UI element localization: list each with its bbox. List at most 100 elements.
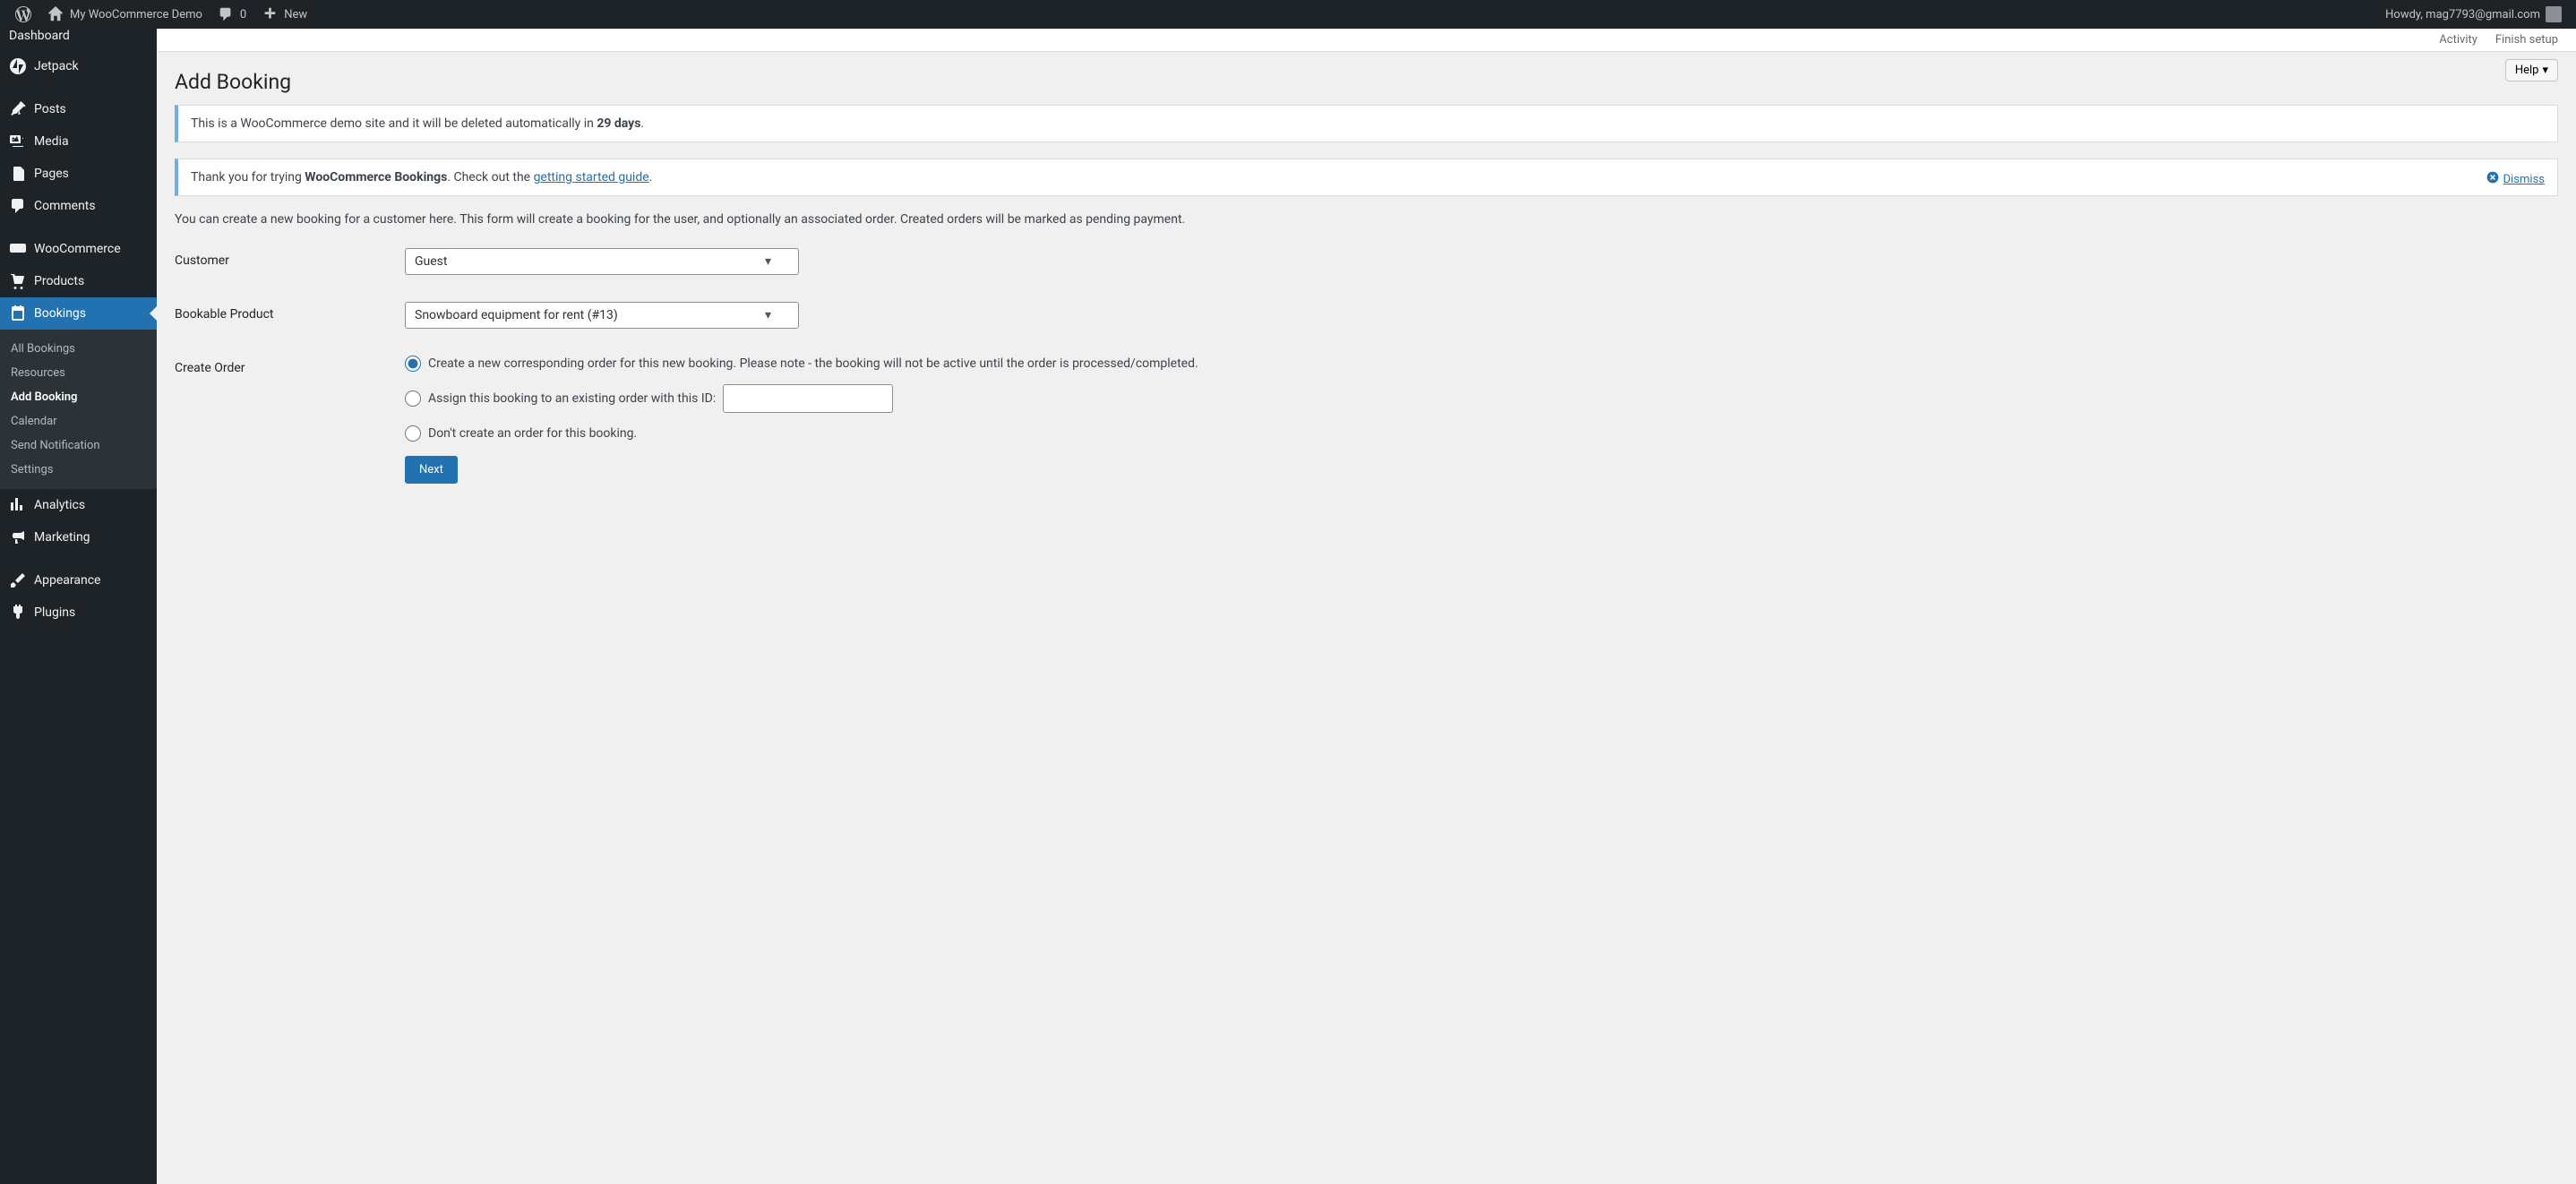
sidebar-item-woocommerce[interactable]: WooCommerce bbox=[0, 233, 157, 265]
site-link[interactable]: My WooCommerce Demo bbox=[39, 0, 210, 29]
avatar bbox=[2546, 6, 2562, 22]
submenu-add-booking[interactable]: Add Booking bbox=[0, 385, 157, 409]
bookings-submenu: All Bookings Resources Add Booking Calen… bbox=[0, 330, 157, 489]
dismiss-button[interactable]: Dismiss bbox=[2486, 170, 2545, 188]
sidebar-item-label: Plugins bbox=[34, 605, 75, 620]
main-content: Activity Finish setup Help ▾ Add Booking… bbox=[157, 29, 2576, 1184]
admin-sidebar: Dashboard Jetpack Posts Media Pages Comm… bbox=[0, 29, 157, 1184]
page-title: Add Booking bbox=[175, 52, 2558, 105]
howdy-text: Howdy, mag7793@gmail.com bbox=[2385, 8, 2540, 21]
radio-label: Don't create an order for this booking. bbox=[428, 426, 637, 441]
comments-icon bbox=[9, 197, 27, 215]
sidebar-item-label: Pages bbox=[34, 167, 69, 181]
radio-existing-order[interactable]: Assign this booking to an existing order… bbox=[405, 384, 2558, 413]
finish-setup-link[interactable]: Finish setup bbox=[2495, 33, 2558, 47]
account-link[interactable]: Howdy, mag7793@gmail.com bbox=[2378, 0, 2569, 29]
getting-started-link[interactable]: getting started guide bbox=[534, 170, 649, 184]
product-label: Bookable Product bbox=[175, 302, 405, 329]
sidebar-item-label: Comments bbox=[34, 199, 96, 213]
order-label: Create Order bbox=[175, 356, 405, 484]
admin-bar: My WooCommerce Demo 0 New Howdy, mag7793… bbox=[0, 0, 2576, 29]
comment-icon bbox=[217, 5, 235, 23]
product-select[interactable]: Snowboard equipment for rent (#13) ▾ bbox=[405, 302, 799, 329]
sidebar-item-jetpack[interactable]: Jetpack bbox=[0, 50, 157, 82]
notice-text-after: . bbox=[640, 116, 644, 131]
plug-icon bbox=[9, 604, 27, 622]
customer-label: Customer bbox=[175, 248, 405, 275]
notice2-after: . bbox=[649, 170, 653, 184]
sidebar-item-label: Appearance bbox=[34, 573, 100, 588]
product-value: Snowboard equipment for rent (#13) bbox=[415, 308, 618, 322]
notice2-bold: WooCommerce Bookings bbox=[305, 170, 447, 184]
sidebar-item-label: WooCommerce bbox=[34, 242, 121, 256]
new-link[interactable]: New bbox=[253, 0, 314, 29]
radio-no-order[interactable]: Don't create an order for this booking. bbox=[405, 425, 2558, 442]
activity-link[interactable]: Activity bbox=[2439, 33, 2477, 47]
sidebar-item-label: Bookings bbox=[34, 306, 86, 321]
dismiss-label: Dismiss bbox=[2503, 173, 2545, 186]
submenu-settings[interactable]: Settings bbox=[0, 458, 157, 482]
page-icon bbox=[9, 165, 27, 183]
help-button[interactable]: Help ▾ bbox=[2505, 59, 2558, 82]
wp-logo[interactable] bbox=[7, 0, 39, 29]
calendar-icon bbox=[9, 305, 27, 322]
sidebar-item-label: Analytics bbox=[34, 498, 85, 512]
dismiss-icon bbox=[2486, 170, 2500, 188]
chevron-down-icon: ▾ bbox=[765, 254, 771, 269]
sidebar-item-label: Jetpack bbox=[34, 59, 79, 73]
notice2-mid: . Check out the bbox=[447, 170, 533, 184]
help-label: Help bbox=[2515, 64, 2539, 77]
radio-no-order-input[interactable] bbox=[405, 425, 421, 442]
radio-new-order[interactable]: Create a new corresponding order for thi… bbox=[405, 356, 2558, 372]
notice2-before: Thank you for trying bbox=[191, 170, 305, 184]
next-button[interactable]: Next bbox=[405, 456, 458, 484]
submenu-calendar[interactable]: Calendar bbox=[0, 409, 157, 433]
comment-count: 0 bbox=[240, 8, 246, 21]
comments-link[interactable]: 0 bbox=[210, 0, 253, 29]
notice-text: This is a WooCommerce demo site and it w… bbox=[191, 116, 597, 131]
radio-existing-order-input[interactable] bbox=[405, 390, 421, 407]
bookings-notice: Thank you for trying WooCommerce Booking… bbox=[175, 159, 2558, 196]
sidebar-item-pages[interactable]: Pages bbox=[0, 158, 157, 190]
notice-days: 29 days bbox=[597, 116, 640, 131]
wordpress-icon bbox=[14, 5, 32, 23]
sidebar-item-label: Marketing bbox=[34, 530, 90, 545]
sidebar-item-bookings[interactable]: Bookings bbox=[0, 297, 157, 330]
new-label: New bbox=[284, 8, 307, 21]
pin-icon bbox=[9, 100, 27, 118]
sidebar-item-posts[interactable]: Posts bbox=[0, 93, 157, 125]
radio-new-order-input[interactable] bbox=[405, 356, 421, 372]
sidebar-item-appearance[interactable]: Appearance bbox=[0, 564, 157, 596]
top-admin-tabs: Activity Finish setup bbox=[157, 29, 2576, 52]
customer-select[interactable]: Guest ▾ bbox=[405, 248, 799, 275]
home-icon bbox=[47, 5, 64, 23]
site-name: My WooCommerce Demo bbox=[70, 8, 202, 21]
sidebar-item-plugins[interactable]: Plugins bbox=[0, 596, 157, 629]
sidebar-item-dashboard[interactable]: Dashboard bbox=[0, 29, 157, 50]
media-icon bbox=[9, 133, 27, 150]
customer-value: Guest bbox=[415, 254, 447, 269]
radio-label: Create a new corresponding order for thi… bbox=[428, 356, 1198, 371]
woocommerce-icon bbox=[9, 240, 27, 258]
jetpack-icon bbox=[9, 57, 27, 75]
sidebar-item-analytics[interactable]: Analytics bbox=[0, 489, 157, 521]
sidebar-item-media[interactable]: Media bbox=[0, 125, 157, 158]
submenu-resources[interactable]: Resources bbox=[0, 361, 157, 385]
sidebar-item-label: Media bbox=[34, 134, 69, 149]
brush-icon bbox=[9, 571, 27, 589]
radio-label: Assign this booking to an existing order… bbox=[428, 391, 716, 406]
sidebar-item-label: Posts bbox=[34, 102, 66, 116]
plus-icon bbox=[261, 5, 279, 23]
demo-notice: This is a WooCommerce demo site and it w… bbox=[175, 105, 2558, 142]
submenu-send-notification[interactable]: Send Notification bbox=[0, 433, 157, 458]
sidebar-item-label: Dashboard bbox=[9, 29, 70, 43]
chevron-down-icon: ▾ bbox=[2542, 64, 2548, 77]
products-icon bbox=[9, 272, 27, 290]
page-description: You can create a new booking for a custo… bbox=[175, 212, 2558, 227]
sidebar-item-comments[interactable]: Comments bbox=[0, 190, 157, 222]
submenu-all-bookings[interactable]: All Bookings bbox=[0, 337, 157, 361]
sidebar-item-marketing[interactable]: Marketing bbox=[0, 521, 157, 553]
existing-order-id-input[interactable] bbox=[723, 384, 893, 413]
sidebar-item-products[interactable]: Products bbox=[0, 265, 157, 297]
sidebar-item-label: Products bbox=[34, 274, 84, 288]
